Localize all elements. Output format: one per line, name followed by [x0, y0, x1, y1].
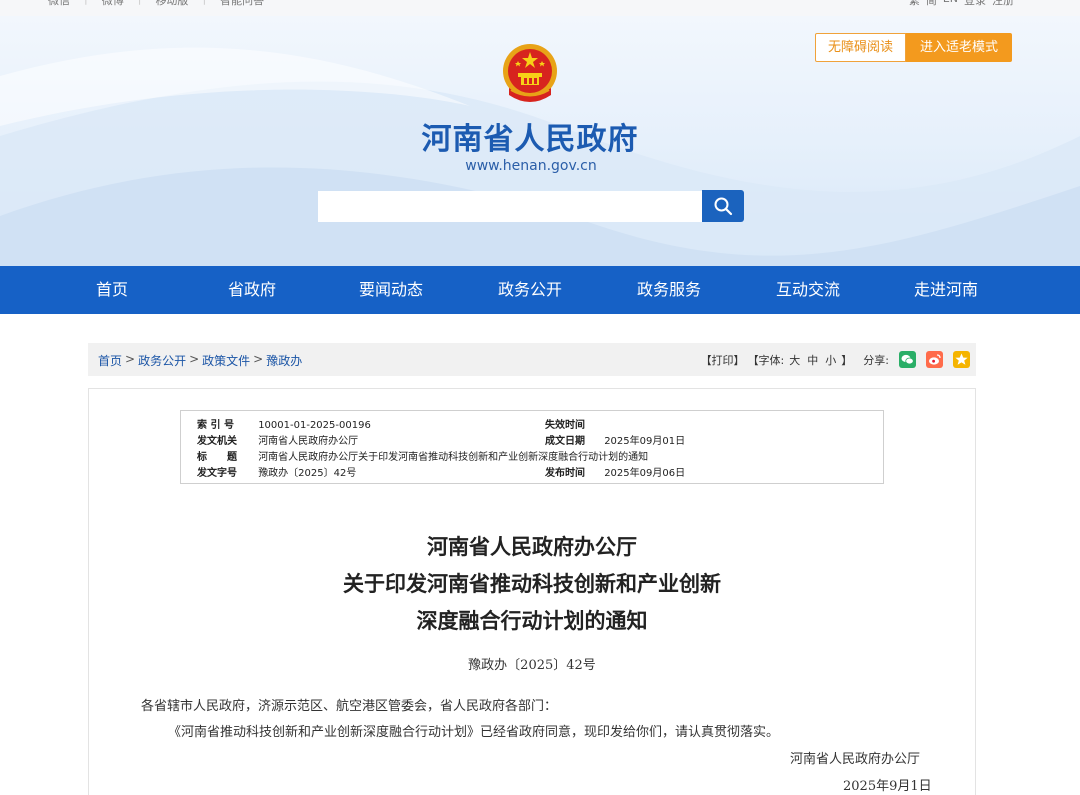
- nav-item-home[interactable]: 首页: [96, 266, 128, 314]
- divider: |: [202, 0, 206, 8]
- nav-item-provincial-government[interactable]: 省政府: [228, 266, 276, 314]
- top-link-mobile[interactable]: 移动版: [155, 0, 188, 8]
- nav-item-about-henan[interactable]: 走进河南: [914, 266, 978, 314]
- national-emblem-icon: [503, 44, 557, 102]
- nav-item-news[interactable]: 要闻动态: [359, 266, 423, 314]
- elder-mode-button[interactable]: 进入适老模式: [905, 33, 1012, 62]
- top-strip: 微信 | 微博 | 移动版 | 智能问答 繁 简 EN 登录 注册: [0, 0, 1080, 16]
- meta-publish-value: 2025年09月06日: [604, 468, 686, 479]
- document-body: 《河南省推动科技创新和产业创新深度融合行动计划》已经省政府同意，现印发给你们，请…: [168, 725, 780, 740]
- divider: |: [84, 0, 88, 8]
- font-small-button[interactable]: 小: [825, 352, 836, 368]
- breadcrumb: 首页 > 政务公开 > 政策文件 > 豫政办: [98, 352, 302, 369]
- meta-title-value: 河南省人民政府办公厅关于印发河南省推动科技创新和产业创新深度融合行动计划的通知: [258, 452, 649, 463]
- search-button[interactable]: [702, 190, 744, 222]
- meta-date-row: 成文日期 2025年09月01日: [545, 432, 685, 447]
- lang-english[interactable]: EN: [943, 0, 958, 8]
- breadcrumb-gov-affairs[interactable]: 政务公开: [138, 352, 186, 369]
- document-sign-date: 2025年9月1日: [843, 779, 932, 794]
- nav-item-interaction[interactable]: 互动交流: [776, 266, 840, 314]
- meta-date-label: 成文日期: [545, 436, 585, 447]
- meta-docno-value: 豫政办〔2025〕42号: [258, 468, 357, 479]
- font-large-button[interactable]: 大: [789, 352, 800, 368]
- meta-expire-label: 失效时间: [545, 420, 585, 431]
- breadcrumb-separator: >: [253, 352, 264, 366]
- accessibility-buttons: 无障碍阅读 进入适老模式: [814, 33, 1012, 62]
- meta-issuer-value: 河南省人民政府办公厅: [258, 436, 359, 447]
- meta-publish-label: 发布时间: [545, 468, 585, 479]
- breadcrumb-separator: >: [189, 352, 200, 366]
- search-input[interactable]: [318, 191, 702, 222]
- register-link[interactable]: 注册: [992, 0, 1014, 8]
- search-icon: [714, 197, 733, 216]
- barrier-free-button[interactable]: 无障碍阅读: [814, 33, 906, 62]
- document-title-line-1: 河南省人民政府办公厅: [427, 534, 637, 559]
- meta-expire-row: 失效时间: [545, 416, 601, 431]
- meta-date-value: 2025年09月01日: [604, 436, 686, 447]
- divider: |: [138, 0, 142, 8]
- breadcrumb-bar: 首页 > 政务公开 > 政策文件 > 豫政办 【打印】 【字体: 大 中 小 】…: [88, 343, 976, 376]
- breadcrumb-separator: >: [125, 352, 136, 366]
- breadcrumb-home[interactable]: 首页: [98, 352, 122, 369]
- wechat-share-icon[interactable]: [899, 351, 916, 368]
- lang-simplified[interactable]: 简: [926, 0, 937, 8]
- document-metadata-table: 索 引 号 10001-01-2025-00196 失效时间 发文机关 河南省人…: [180, 410, 884, 484]
- document-signature: 河南省人民政府办公厅: [790, 752, 921, 767]
- share-label: 分享:: [863, 353, 889, 367]
- header-banner: 无障碍阅读 进入适老模式 河南省人民政府 www.henan.gov.cn: [0, 16, 1080, 266]
- weibo-share-icon[interactable]: [926, 351, 943, 368]
- qzone-share-icon[interactable]: [953, 351, 970, 368]
- top-links-left: 微信 | 微博 | 移动版 | 智能问答: [48, 0, 264, 8]
- meta-title-row: 标 题 河南省人民政府办公厅关于印发河南省推动科技创新和产业创新深度融合行动计划…: [197, 448, 648, 463]
- font-size-end: 】: [841, 353, 853, 367]
- meta-publish-row: 发布时间 2025年09月06日: [545, 464, 685, 479]
- document-title-line-3: 深度融合行动计划的通知: [416, 608, 648, 633]
- top-links-right: 繁 简 EN 登录 注册: [909, 0, 1014, 8]
- nav-item-services[interactable]: 政务服务: [637, 266, 701, 314]
- login-link[interactable]: 登录: [964, 0, 986, 8]
- nav-item-government-affairs[interactable]: 政务公开: [498, 266, 562, 314]
- meta-docno-row: 发文字号 豫政办〔2025〕42号: [197, 464, 356, 479]
- breadcrumb-yuzhengban[interactable]: 豫政办: [266, 352, 302, 369]
- meta-docno-label: 发文字号: [197, 468, 237, 479]
- meta-index-value: 10001-01-2025-00196: [258, 420, 371, 431]
- document-addressee: 各省辖市人民政府，济源示范区、航空港区管委会，省人民政府各部门：: [141, 699, 558, 714]
- meta-index-label: 索 引 号: [197, 420, 234, 431]
- site-title: 河南省人民政府: [421, 122, 639, 157]
- document-title-line-2: 关于印发河南省推动科技创新和产业创新: [343, 571, 721, 596]
- print-button[interactable]: 【打印】: [701, 352, 745, 368]
- meta-title-label: 标 题: [197, 452, 237, 463]
- lang-traditional[interactable]: 繁: [909, 0, 920, 8]
- breadcrumb-policy-docs[interactable]: 政策文件: [202, 352, 250, 369]
- font-size-label: 【字体:: [747, 353, 785, 367]
- main-nav: 首页 省政府 要闻动态 政务公开 政务服务 互动交流 走进河南: [0, 266, 1080, 314]
- top-link-weibo[interactable]: 微博: [102, 0, 124, 8]
- document-number: 豫政办〔2025〕42号: [468, 658, 596, 673]
- meta-issuer-row: 发文机关 河南省人民政府办公厅: [197, 432, 358, 447]
- meta-issuer-label: 发文机关: [197, 436, 237, 447]
- top-link-wechat[interactable]: 微信: [48, 0, 70, 8]
- top-link-smart-qa[interactable]: 智能问答: [220, 0, 264, 8]
- font-medium-button[interactable]: 中: [807, 352, 818, 368]
- meta-index-row: 索 引 号 10001-01-2025-00196: [197, 416, 371, 431]
- page-tools: 【打印】 【字体: 大 中 小 】 分享:: [701, 351, 970, 368]
- site-url: www.henan.gov.cn: [465, 158, 597, 174]
